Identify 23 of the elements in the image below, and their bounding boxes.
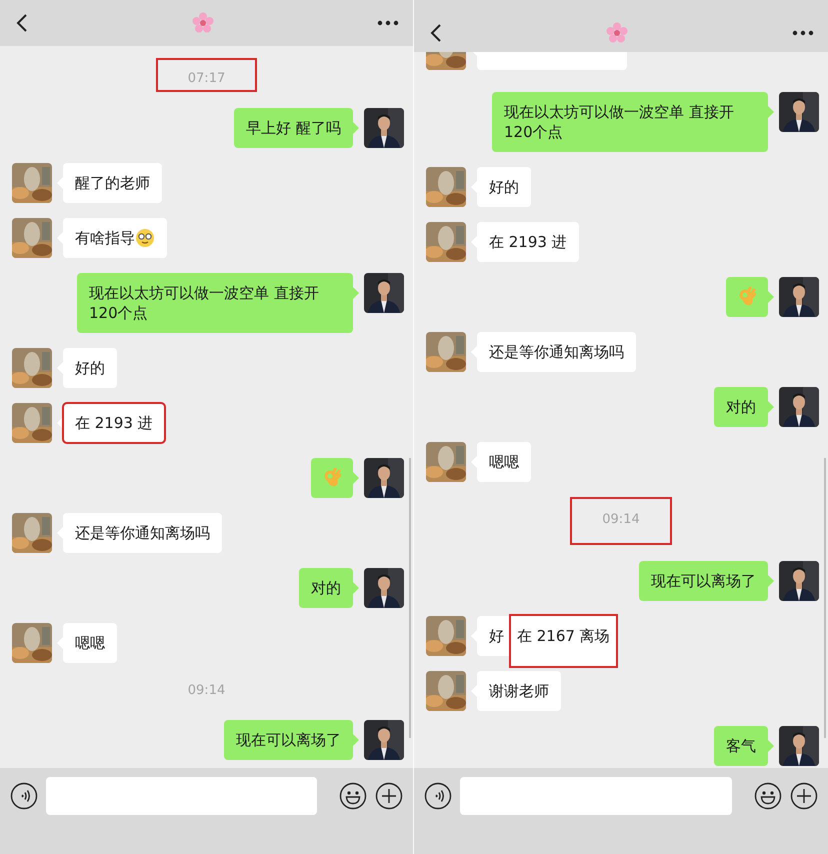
message: 好的 bbox=[477, 167, 531, 207]
message: 现在可以离场了 bbox=[639, 561, 768, 601]
message: 客气 bbox=[714, 726, 768, 766]
message: 还是等你通知离场吗 bbox=[477, 332, 636, 372]
message: 对的 bbox=[714, 387, 768, 427]
highlighted-message: 在 2167 离场 bbox=[509, 614, 618, 668]
message: 在 2193 进 bbox=[477, 222, 579, 262]
message: 嗯嗯 bbox=[63, 623, 117, 663]
timestamp: 07:17 bbox=[156, 58, 258, 92]
message: 在 2193 进 bbox=[63, 403, 165, 443]
message: 还是等你通知离场吗 bbox=[63, 513, 222, 553]
message: 对的 bbox=[299, 568, 353, 608]
message: 早上好 醒了吗 bbox=[234, 108, 353, 148]
timestamp: 09:14 bbox=[186, 682, 226, 700]
message: 谢谢老师 bbox=[477, 671, 561, 711]
message-text: 有啥指导 bbox=[75, 228, 135, 248]
timestamp: 09:14 bbox=[570, 497, 672, 545]
message: 好的 bbox=[63, 348, 117, 388]
message: 嗯嗯 bbox=[477, 442, 531, 482]
message: 醒了的老师 bbox=[63, 163, 162, 203]
message: 现在可以离场了 bbox=[224, 720, 353, 760]
message: 现在以太坊可以做一波空单 直接开120个点 bbox=[492, 92, 768, 152]
message: 现在以太坊可以做一波空单 直接开120个点 bbox=[77, 273, 353, 333]
